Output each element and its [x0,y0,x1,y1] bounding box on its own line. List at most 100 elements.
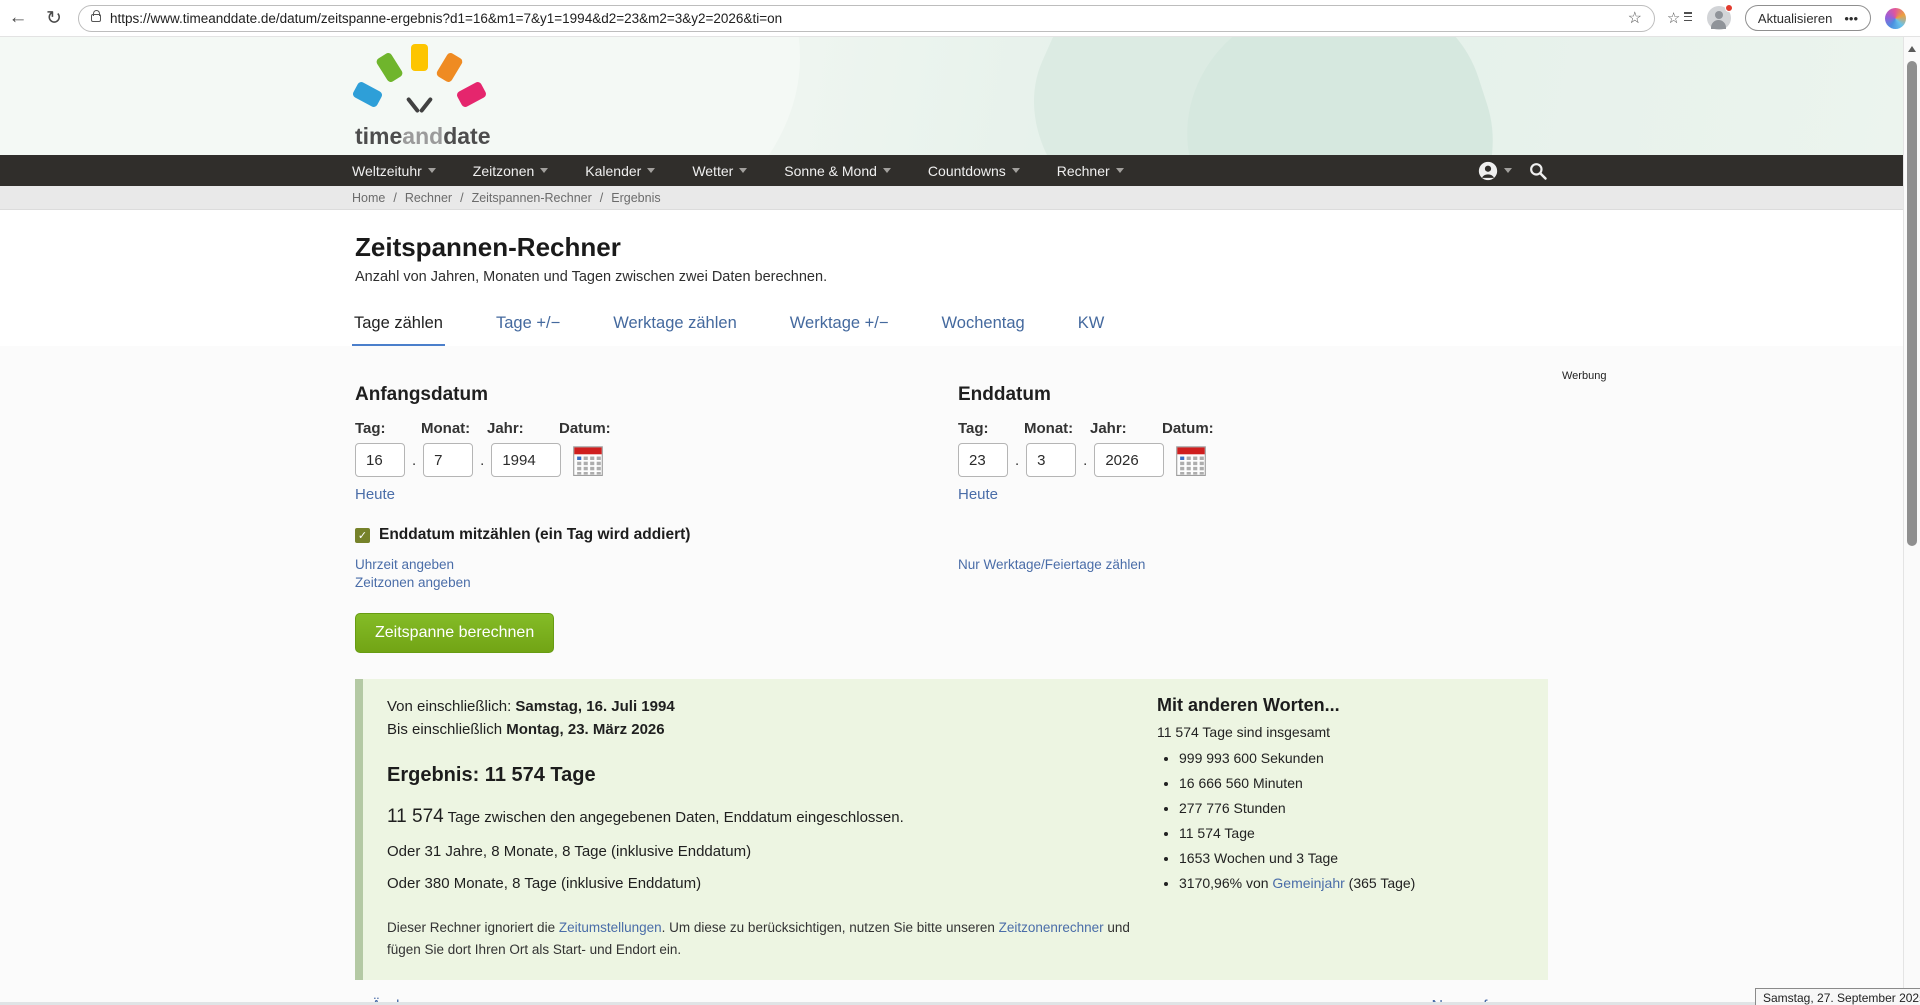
breadcrumb-separator: / [460,191,463,205]
result-note: Dieser Rechner ignoriert die Zeitumstell… [387,917,1157,960]
list-item: 999 993 600 Sekunden [1179,750,1552,766]
end-calendar-icon[interactable] [1176,444,1206,476]
nav-item-rechner[interactable]: Rechner [1057,163,1124,179]
tab-bar: Tage zählen Tage +/− Werktage zählen Wer… [352,310,1920,348]
tab-tage-zaehlen[interactable]: Tage zählen [352,310,445,348]
logo-blade-yellow [411,44,428,71]
start-year-input[interactable] [491,443,561,477]
tab-tage-plusminus[interactable]: Tage +/− [494,310,562,348]
logo-blade-green [375,52,404,84]
timeanddate-logo[interactable]: timeanddate [355,43,505,153]
browser-chrome: ← ↻ ☆ ☆ Aktualisieren ••• [0,0,1920,37]
breadcrumb-home[interactable]: Home [352,191,385,205]
breadcrumb: Home / Rechner / Zeitspannen-Rechner / E… [0,186,1920,210]
include-end-date-label: Enddatum mitzählen (ein Tag wird addiert… [379,526,690,544]
refresh-icon[interactable]: ↻ [36,7,72,30]
main-navbar: Weltzeituhr Zeitzonen Kalender Wetter So… [0,155,1920,186]
dst-link[interactable]: Zeitumstellungen [559,920,662,935]
tab-werktage-plusminus[interactable]: Werktage +/− [788,310,891,348]
include-end-date-checkbox[interactable]: ✓ [355,528,370,543]
chevron-down-icon [1504,168,1512,177]
address-bar[interactable]: ☆ [78,5,1655,32]
favorite-star-icon[interactable]: ☆ [1628,8,1642,28]
calculate-button[interactable]: Zeitspanne berechnen [355,613,554,653]
date-dot: . [1083,452,1087,469]
end-today-link[interactable]: Heute [958,486,998,503]
breadcrumb-rechner[interactable]: Rechner [405,191,452,205]
search-button[interactable] [1528,161,1548,181]
nav-item-kalender[interactable]: Kalender [585,163,655,179]
profile-avatar[interactable] [1707,6,1731,30]
scrollbar-thumb[interactable] [1907,61,1917,546]
end-date-group: Enddatum Tag:Monat:Jahr:Datum: . . [958,384,1920,504]
breadcrumb-current: Ergebnis [611,191,660,205]
nav-item-weltzeituhr[interactable]: Weltzeituhr [352,163,436,179]
list-item: 3170,96% von Gemeinjahr (365 Tage) [1179,875,1552,891]
end-day-input[interactable] [958,443,1008,477]
page-title: Zeitspannen-Rechner [355,232,1920,263]
logo-chevron-icon [405,95,435,117]
tab-wochentag[interactable]: Wochentag [940,310,1027,348]
start-date-group: Anfangsdatum Tag:Monat:Jahr:Datum: . . [355,384,958,504]
account-menu[interactable] [1477,160,1512,182]
page: ← ↻ ☆ ☆ Aktualisieren ••• [0,0,1920,1005]
chevron-down-icon [883,168,891,177]
start-month-input[interactable] [423,443,473,477]
start-date-heading: Anfangsdatum [355,384,958,406]
chevron-down-icon [428,168,436,177]
aktualisieren-button[interactable]: Aktualisieren ••• [1745,5,1871,31]
logo-wordmark: timeanddate [355,123,490,150]
logo-blade-blue [352,81,384,109]
more-options-icon[interactable]: ••• [1844,11,1858,26]
specify-time-link[interactable]: Uhrzeit angeben [355,557,958,572]
tab-kw[interactable]: KW [1076,310,1107,348]
result-box: Von einschließlich: Samstag, 16. Juli 19… [355,679,1548,980]
other-words-list: 999 993 600 Sekunden 16 666 560 Minuten … [1179,750,1552,891]
end-date-heading: Enddatum [958,384,1920,406]
page-subtitle: Anzahl von Jahren, Monaten und Tagen zwi… [355,269,1920,285]
common-year-link[interactable]: Gemeinjahr [1272,875,1344,891]
site-header: timeanddate [0,37,1920,155]
chevron-down-icon [739,168,747,177]
collections-icon[interactable]: ☆ [1667,8,1693,28]
scrollbar[interactable] [1903,37,1920,1005]
chevron-down-icon [647,168,655,177]
calculator-section: Anfangsdatum Tag:Monat:Jahr:Datum: . . [0,346,1920,1005]
start-today-link[interactable]: Heute [355,486,395,503]
back-icon[interactable]: ← [0,7,36,29]
status-tooltip: Samstag, 27. September 2025 [1755,988,1920,1005]
tab-werktage-zaehlen[interactable]: Werktage zählen [611,310,739,348]
list-item: 1653 Wochen und 3 Tage [1179,850,1552,866]
start-calendar-icon[interactable] [573,444,603,476]
list-item: 16 666 560 Minuten [1179,775,1552,791]
end-month-input[interactable] [1026,443,1076,477]
start-date-labels: Tag:Monat:Jahr:Datum: [355,420,958,437]
notification-dot [1725,4,1733,12]
nav-item-sonne-mond[interactable]: Sonne & Mond [784,163,891,179]
nav-item-countdowns[interactable]: Countdowns [928,163,1020,179]
collections-star-icon: ☆ [1667,9,1680,27]
breadcrumb-zeitspannen-rechner[interactable]: Zeitspannen-Rechner [472,191,592,205]
timezone-calculator-link[interactable]: Zeitzonenrechner [999,920,1104,935]
aktualisieren-label: Aktualisieren [1758,11,1832,26]
date-dot: . [1015,452,1019,469]
lock-icon[interactable] [91,14,101,22]
chevron-down-icon [1012,168,1020,177]
collections-lines-icon [1684,12,1692,23]
copilot-icon[interactable] [1885,8,1906,29]
ad-label: Werbung [1562,370,1606,382]
breadcrumb-separator: / [393,191,396,205]
specify-timezones-link[interactable]: Zeitzonen angeben [355,575,958,590]
workdays-only-link[interactable]: Nur Werktage/Feiertage zählen [958,557,1145,572]
scroll-up-icon[interactable] [1908,42,1916,52]
end-year-input[interactable] [1094,443,1164,477]
chevron-down-icon [1116,168,1124,177]
list-item: 11 574 Tage [1179,825,1552,841]
nav-item-wetter[interactable]: Wetter [692,163,747,179]
user-icon [1477,160,1499,182]
nav-item-zeitzonen[interactable]: Zeitzonen [473,163,548,179]
start-day-input[interactable] [355,443,405,477]
logo-blade-pink [456,81,488,109]
other-words-heading: Mit anderen Worten... [1157,695,1552,716]
url-input[interactable] [110,11,1620,26]
